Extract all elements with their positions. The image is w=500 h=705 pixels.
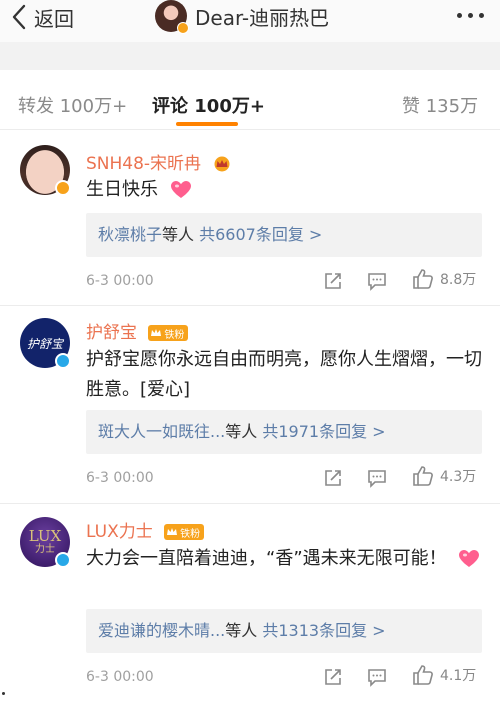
avatar [155,0,189,34]
heart-emoji-icon [170,181,191,198]
comment-text-content: 大力会一直陪着迪迪，“香”遇未来无限可能！ [86,548,447,569]
tab-comments[interactable]: 评论 100万+ [152,92,265,118]
share-icon[interactable] [323,667,343,687]
reply-suffix: 等人 [162,225,195,244]
thumbs-up-icon [413,665,433,685]
username-text: SNH48-宋昕冉 [86,154,202,174]
comment-item: SNH48-宋昕冉 生日快乐 秋凛桃子等人 共6607条回复 > 6-3 00:… [0,145,500,315]
iron-fan-badge-icon: 铁粉 [148,325,189,341]
reply-suffix: 等人 [225,422,258,441]
comment-text: 护舒宝愿你永远自由而明亮，愿你人生熠熠，一切胜意。[爱心] [86,349,482,400]
page-title: Dear-迪丽热巴 [195,5,330,30]
verified-gold-icon [55,180,71,196]
comment-timestamp: 6-3 00:00 [86,470,154,486]
reply-summary[interactable]: 斑大人一如既往...等人 共1971条回复 > [86,410,482,454]
top-nav-bar: 返回 Dear-迪丽热巴 [0,0,500,42]
like-count: 4.3万 [440,469,477,485]
comment-text: 大力会一直陪着迪迪，“香”遇未来无限可能！ [86,544,486,574]
section-gap [0,42,500,70]
tab-likes[interactable]: 赞 135万 [402,92,478,118]
comment-item: 护舒宝 护舒宝 铁粉 护舒宝愿你永远自由而明亮，愿你人生熠熠，一切胜意。[爱心]… [0,318,500,508]
comment-timestamp: 6-3 00:00 [86,669,154,685]
share-icon[interactable] [323,468,343,488]
like-button[interactable]: 8.8万 [412,268,476,290]
verified-blue-icon [55,353,71,369]
comment-timestamp: 6-3 00:00 [86,273,154,289]
avatar-logo-text: 护舒宝 [26,336,63,351]
reply-summary[interactable]: 爱迪谦的樱木晴...等人 共1313条回复 > [86,609,482,653]
like-button[interactable]: 4.3万 [412,465,476,487]
divider [0,305,500,306]
thumbs-up-icon [413,466,433,486]
verified-gold-icon [177,22,189,34]
reply-names: 斑大人一如既往... [98,422,226,441]
heart-emoji-icon [459,550,480,567]
username-text: LUX力士 [86,522,153,542]
comment-text: 生日快乐 [86,175,486,205]
comment-icon[interactable] [367,271,387,291]
nav-profile[interactable]: Dear-迪丽热巴 [155,0,330,34]
chevron-left-icon [12,4,26,30]
avatar-logo-text: LUX [28,527,62,545]
comment-icon[interactable] [367,468,387,488]
iron-fan-badge-icon: 铁粉 [164,524,205,540]
comment-username[interactable]: 护舒宝 铁粉 [86,318,189,343]
like-button[interactable]: 4.1万 [412,664,476,686]
reply-count-link[interactable]: 共1313条回复 > [262,621,385,640]
like-count: 4.1万 [440,668,477,684]
reply-suffix: 等人 [225,621,258,640]
comment-username[interactable]: SNH48-宋昕冉 [86,149,232,174]
comment-item: LUX 力士 LUX力士 铁粉 大力会一直陪着迪迪，“香”遇未来无限可能！ 爱迪… [0,517,500,705]
verified-blue-icon [55,552,71,568]
divider [0,503,500,504]
thumbs-up-icon [413,269,433,289]
comment-icon[interactable] [367,667,387,687]
comment-username[interactable]: LUX力士 铁粉 [86,517,205,542]
reply-summary[interactable]: 秋凛桃子等人 共6607条回复 > [86,213,482,257]
like-count: 8.8万 [440,272,477,288]
badge-label: 铁粉 [180,528,201,540]
tab-repost[interactable]: 转发 100万+ [18,92,127,118]
edge-dot [2,692,5,695]
comment-text-content: 生日快乐 [86,179,158,200]
reply-count-link[interactable]: 共1971条回复 > [262,422,385,441]
reply-names: 爱迪谦的樱木晴... [98,621,226,640]
crown-icon [214,156,230,172]
more-dots-icon[interactable] [457,2,484,28]
username-text: 护舒宝 [86,323,137,343]
reply-names: 秋凛桃子 [98,225,163,244]
avatar-logo-subtext: 力士 [35,544,55,555]
tab-bar: 转发 100万+ 评论 100万+ 赞 135万 [0,70,500,130]
share-icon[interactable] [323,271,343,291]
badge-label: 铁粉 [164,329,185,341]
back-button[interactable]: 返回 [10,2,74,32]
tab-active-indicator [176,122,238,126]
back-label: 返回 [34,6,74,31]
reply-count-link[interactable]: 共6607条回复 > [199,225,322,244]
